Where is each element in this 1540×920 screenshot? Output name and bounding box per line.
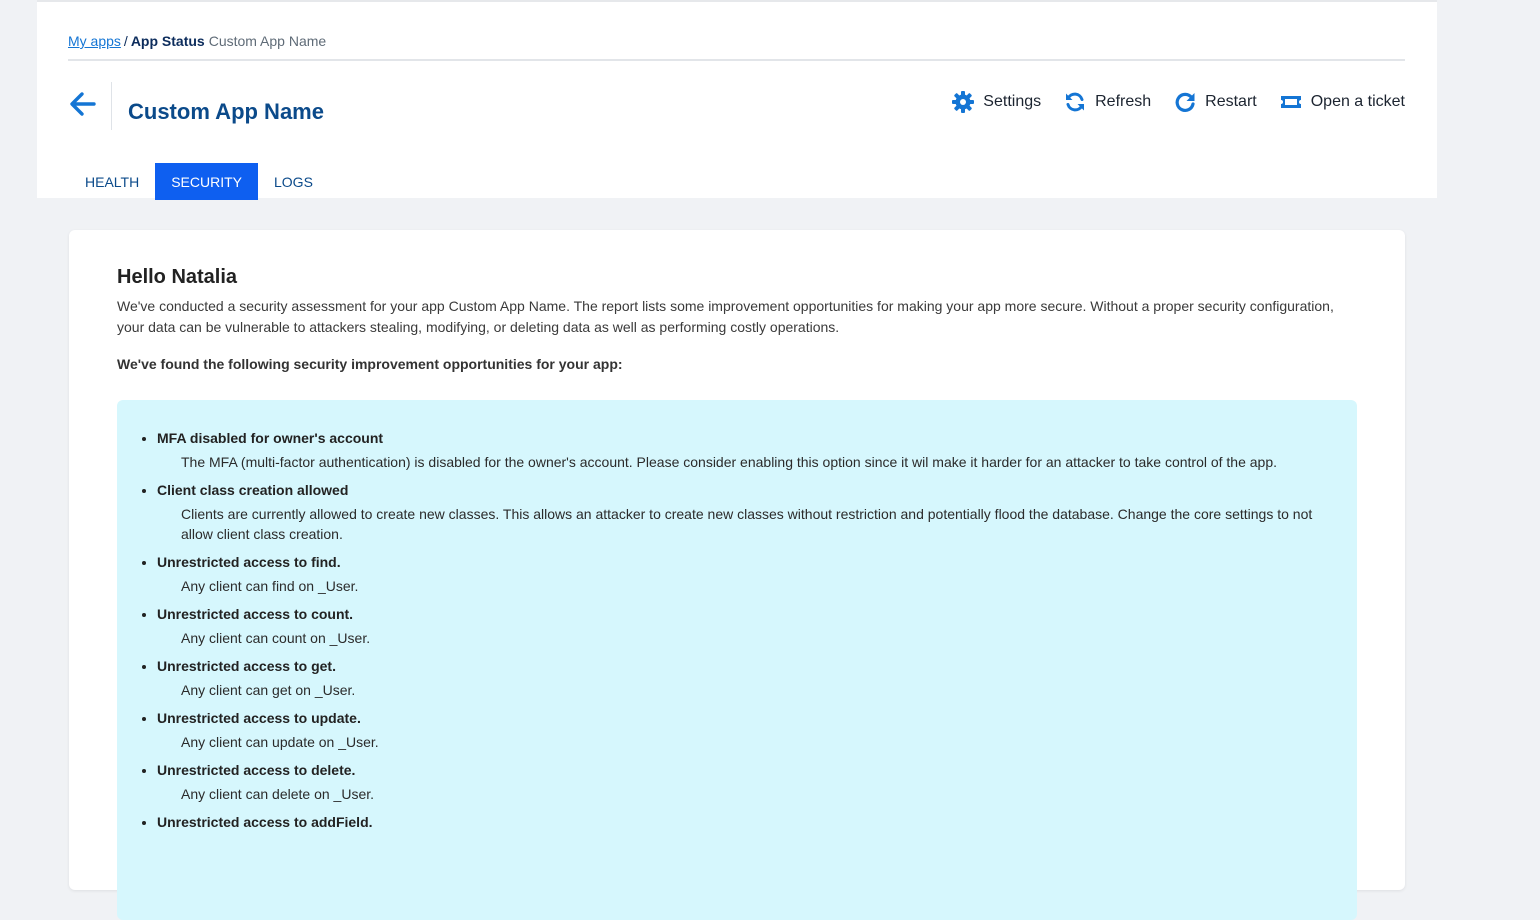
tab-logs[interactable]: LOGS [258, 163, 329, 200]
breadcrumb-app-status: App Status [130, 33, 205, 49]
issue-description: Clients are currently allowed to create … [181, 506, 1313, 542]
refresh-icon [1066, 92, 1085, 112]
issue-item: Unrestricted access to delete. Any clien… [157, 761, 1357, 804]
restart-icon [1175, 92, 1195, 112]
header-divider [68, 59, 1405, 61]
issue-description: Any client can find on _User. [181, 578, 359, 594]
app-header-panel: My apps / App Status Custom App Name Custom… [37, 0, 1437, 200]
issue-description: Any client can count on _User. [181, 630, 371, 646]
issue-title: Unrestricted access to get. [157, 658, 336, 674]
report-intro: We've conducted a security assessment fo… [117, 298, 1334, 335]
issue-title: Unrestricted access to find. [157, 554, 341, 570]
issue-item: Unrestricted access to find. Any client … [157, 553, 1357, 596]
issue-description: Any client can get on _User. [181, 682, 356, 698]
page-title: Custom App Name [128, 99, 324, 124]
issue-item: Unrestricted access to update. Any clien… [157, 709, 1357, 752]
header-actions: Settings Refresh Restart Open a ticket [929, 90, 1405, 114]
tab-security[interactable]: SECURITY [155, 163, 258, 200]
refresh-label: Refresh [1095, 93, 1152, 110]
issue-description: Any client can delete on _User. [181, 786, 375, 802]
security-report-card: Hello Natalia We've conducted a security… [69, 230, 1405, 920]
found-heading: We've found the following security impro… [117, 356, 623, 372]
issue-title: Client class creation allowed [157, 482, 349, 498]
issue-title: Unrestricted access to delete. [157, 762, 356, 778]
gear-icon [952, 91, 975, 113]
issues-list: MFA disabled for owner's account The MFA… [117, 400, 1357, 831]
breadcrumb-my-apps-link[interactable]: My apps [68, 33, 121, 49]
issue-description: The MFA (multi-factor authentication) is… [181, 454, 1278, 470]
breadcrumb-separator: / [123, 33, 128, 49]
issues-panel: MFA disabled for owner's account The MFA… [117, 400, 1357, 920]
settings-label: Settings [983, 93, 1042, 110]
issue-item: MFA disabled for owner's account The MFA… [157, 429, 1357, 472]
open-ticket-label: Open a ticket [1310, 93, 1405, 110]
issue-item: Unrestricted access to get. Any client c… [157, 657, 1357, 700]
tab-health[interactable]: HEALTH [69, 163, 155, 200]
settings-button[interactable]: Settings [951, 90, 1041, 114]
restart-button[interactable]: Restart [1173, 90, 1257, 114]
restart-label: Restart [1205, 93, 1257, 110]
refresh-button[interactable]: Refresh [1063, 90, 1151, 114]
issue-title: MFA disabled for owner's account [157, 430, 384, 446]
title-divider [111, 82, 112, 130]
issue-item: Client class creation allowed Clients ar… [157, 481, 1357, 544]
greeting-heading: Hello Natalia [117, 266, 238, 288]
tab-bar: HEALTH SECURITY LOGS [69, 163, 329, 200]
ticket-icon [1280, 96, 1301, 108]
issue-title: Unrestricted access to addField. [157, 814, 373, 830]
breadcrumb-app-name: Custom App Name [208, 33, 327, 49]
issue-item: Unrestricted access to count. Any client… [157, 605, 1357, 648]
issue-title: Unrestricted access to update. [157, 710, 361, 726]
breadcrumb: My apps / App Status Custom App Name [68, 32, 326, 50]
back-arrow-icon[interactable] [68, 90, 96, 118]
issue-item: Unrestricted access to addField. [157, 813, 1357, 831]
issue-title: Unrestricted access to count. [157, 606, 354, 622]
open-ticket-button[interactable]: Open a ticket [1279, 90, 1405, 114]
issue-description: Any client can update on _User. [181, 734, 379, 750]
